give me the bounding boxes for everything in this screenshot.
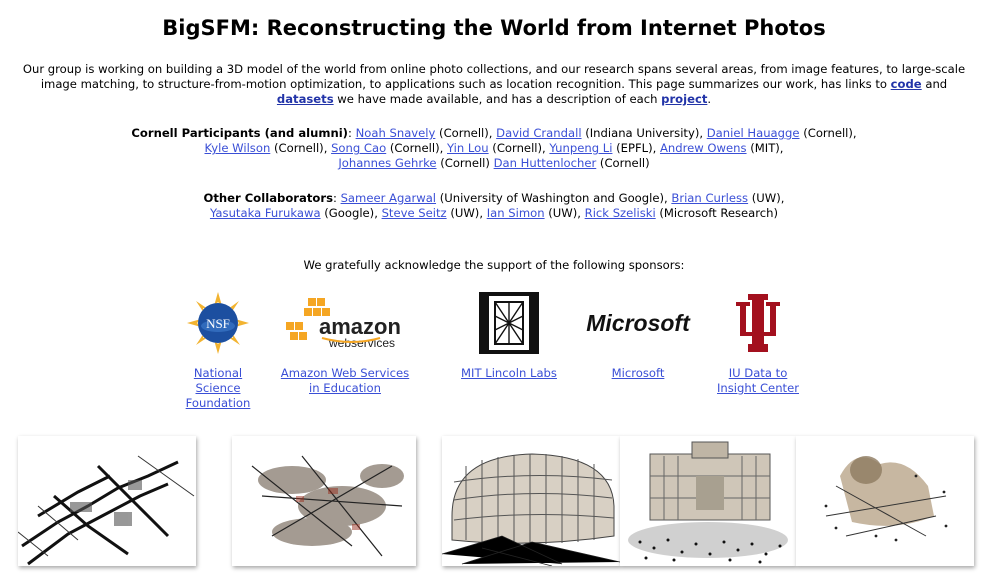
page-title: BigSFM: Reconstructing the World from In… xyxy=(162,16,826,40)
affiliation: (Microsoft Research) xyxy=(655,206,779,220)
affiliation: (Cornell) xyxy=(596,156,650,170)
reconstruction-gallery xyxy=(18,436,976,568)
affiliation: (Google), xyxy=(320,206,382,220)
affiliation: (Cornell), xyxy=(488,141,550,155)
code-link[interactable]: code xyxy=(891,77,922,91)
person-link[interactable]: Song Cao xyxy=(331,141,386,155)
person-link[interactable]: Andrew Owens xyxy=(660,141,747,155)
person-link[interactable]: Ian Simon xyxy=(487,206,545,220)
affiliation: (Cornell) xyxy=(436,156,494,170)
nsf-logo[interactable]: NSF xyxy=(170,290,266,356)
person-link[interactable]: Yin Lou xyxy=(447,141,489,155)
person-link[interactable]: Rick Szeliski xyxy=(585,206,656,220)
sponsor-microsoft: Microsoft Microsoft xyxy=(570,290,706,381)
other-collaborators: Other Collaborators: Sameer Agarwal (Uni… xyxy=(20,191,968,221)
reconstruction-image[interactable] xyxy=(442,436,620,566)
affiliation: (Cornell), xyxy=(435,126,497,140)
collab-label: Other Collaborators xyxy=(203,191,333,205)
person-link[interactable]: Yunpeng Li xyxy=(549,141,612,155)
person-link[interactable]: Brian Curless xyxy=(671,191,748,205)
project-link[interactable]: project xyxy=(661,92,707,106)
person-link[interactable]: Kyle Wilson xyxy=(205,141,271,155)
person-link[interactable]: Daniel Hauagge xyxy=(707,126,800,140)
affiliation: (UW), xyxy=(544,206,585,220)
svg-text:NSF: NSF xyxy=(206,316,230,331)
affiliation: (University of Washington and Google), xyxy=(436,191,672,205)
person-link[interactable]: Dan Huttenlocher xyxy=(494,156,597,170)
sponsor-link-nsf[interactable]: National Science Foundation xyxy=(170,366,266,411)
person-link[interactable]: Sameer Agarwal xyxy=(341,191,436,205)
person-link[interactable]: Steve Seitz xyxy=(382,206,447,220)
separator: : xyxy=(332,191,341,205)
reconstruction-image[interactable] xyxy=(232,436,416,566)
intro-paragraph: Our group is working on building a 3D mo… xyxy=(20,62,968,107)
microsoft-logo[interactable]: Microsoft xyxy=(570,290,706,356)
intro-text: and xyxy=(921,77,948,91)
acknowledgement: We gratefully acknowledge the support of… xyxy=(303,258,685,272)
sponsor-link-mit-ll[interactable]: MIT Lincoln Labs xyxy=(444,366,574,381)
reconstruction-image[interactable] xyxy=(620,436,796,566)
affiliation: (Cornell), xyxy=(386,141,447,155)
sponsor-link-microsoft[interactable]: Microsoft xyxy=(570,366,706,381)
svg-text:webservices: webservices xyxy=(328,336,395,350)
datasets-link[interactable]: datasets xyxy=(277,92,334,106)
intro-text: Our group is working on building a 3D mo… xyxy=(22,62,966,91)
person-link[interactable]: David Crandall xyxy=(496,126,581,140)
affiliation: (Cornell), xyxy=(799,126,857,140)
sponsor-iu: IU Data to Insight Center xyxy=(698,290,818,396)
affiliation: (MIT), xyxy=(746,141,784,155)
sponsor-list: NSF National Science Foundation amazon we… xyxy=(170,290,820,410)
sponsor-link-iu[interactable]: IU Data to Insight Center xyxy=(698,366,818,396)
affiliation: (EPFL), xyxy=(612,141,660,155)
sponsor-aws: amazon webservices Amazon Web Services in… xyxy=(270,290,420,396)
mit-ll-logo[interactable] xyxy=(444,290,574,356)
person-link[interactable]: Noah Snavely xyxy=(356,126,436,140)
separator: : xyxy=(347,126,356,140)
person-link[interactable]: Yasutaka Furukawa xyxy=(210,206,321,220)
iu-logo[interactable] xyxy=(698,290,818,356)
affiliation: (Cornell), xyxy=(270,141,332,155)
cornell-label: Cornell Participants (and alumni) xyxy=(131,126,348,140)
intro-text: we have made available, and has a descri… xyxy=(333,92,662,106)
person-link[interactable]: Johannes Gehrke xyxy=(338,156,436,170)
sponsor-mit-ll: MIT Lincoln Labs xyxy=(444,290,574,381)
aws-logo[interactable]: amazon webservices xyxy=(270,290,420,356)
reconstruction-image[interactable] xyxy=(18,436,196,566)
affiliation: (UW), xyxy=(748,191,785,205)
cornell-participants: Cornell Participants (and alumni): Noah … xyxy=(20,126,968,171)
affiliation: (UW), xyxy=(446,206,487,220)
intro-text: . xyxy=(707,92,712,106)
sponsor-nsf: NSF National Science Foundation xyxy=(170,290,266,411)
reconstruction-image[interactable] xyxy=(796,436,974,566)
affiliation: (Indiana University), xyxy=(581,126,707,140)
sponsor-link-aws[interactable]: Amazon Web Services in Education xyxy=(270,366,420,396)
svg-text:Microsoft: Microsoft xyxy=(586,310,691,336)
